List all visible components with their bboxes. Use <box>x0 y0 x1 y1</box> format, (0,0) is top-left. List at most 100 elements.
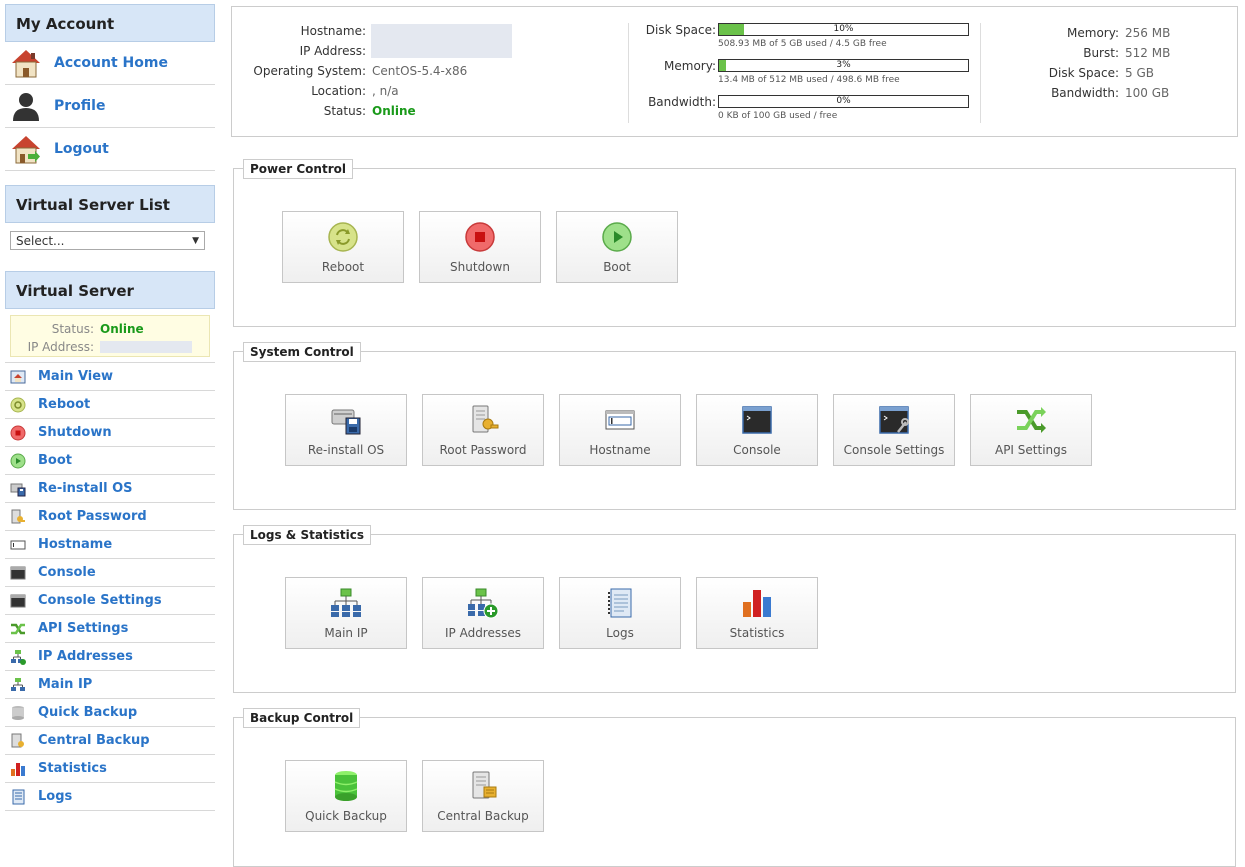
usage-bandwidth-label: Bandwidth: <box>648 95 716 109</box>
nav-root-password[interactable]: Root Password <box>5 503 215 531</box>
nav-shutdown[interactable]: Shutdown <box>5 419 215 447</box>
reinstall-icon <box>286 405 406 435</box>
nav-quick-backup[interactable]: Quick Backup <box>5 699 215 727</box>
server-select-value: Select... <box>16 233 65 248</box>
tile-boot[interactable]: Boot <box>556 211 678 283</box>
usage-bandwidth-bar: 0% <box>718 95 969 108</box>
server-status-box: Status: Online IP Address: <box>10 315 210 357</box>
logout-label: Logout <box>54 141 109 157</box>
nav-reboot-label: Reboot <box>38 397 91 412</box>
tile-console-settings[interactable]: Console Settings <box>833 394 955 466</box>
nav-main-ip[interactable]: Main IP <box>5 671 215 699</box>
chevron-down-icon: ▼ <box>192 235 199 246</box>
os-label: Operating System: <box>253 64 366 78</box>
nav-reboot[interactable]: Reboot <box>5 391 215 419</box>
server-select-wrap: Select... ▼ <box>5 223 215 263</box>
nav-statistics[interactable]: Statistics <box>5 755 215 783</box>
logout-link[interactable]: Logout <box>5 128 215 171</box>
location-label: Location: <box>311 84 366 98</box>
logs-statistics-title: Logs & Statistics <box>243 525 372 545</box>
nav-api-settings-label: API Settings <box>38 621 129 636</box>
nav-console[interactable]: Console <box>5 559 215 587</box>
nav-central-backup-label: Central Backup <box>38 733 150 748</box>
logs-icon <box>10 789 26 805</box>
ip-address-label: IP Address: <box>299 44 366 58</box>
logs-statistics-section: Logs & Statistics Main IP IP Addresses L… <box>233 525 1236 693</box>
hostname-icon <box>560 405 680 435</box>
usage-disk-detail: 508.93 MB of 5 GB used / 4.5 GB free <box>718 39 887 49</box>
tile-console-label: Console <box>733 443 781 457</box>
tile-api-settings[interactable]: API Settings <box>970 394 1092 466</box>
my-account-header: My Account <box>5 4 215 42</box>
status-value: Online <box>100 322 144 336</box>
account-home-label: Account Home <box>54 55 168 71</box>
tile-reboot[interactable]: Reboot <box>282 211 404 283</box>
system-control-section: System Control Re-install OS Root Passwo… <box>233 342 1236 510</box>
nav-boot[interactable]: Boot <box>5 447 215 475</box>
main-ip-icon <box>286 588 406 618</box>
status-value-main: Online <box>372 104 416 118</box>
key-icon <box>423 405 543 435</box>
nav-console-label: Console <box>38 565 96 580</box>
tile-hostname[interactable]: Hostname <box>559 394 681 466</box>
nav-ip-addresses-label: IP Addresses <box>38 649 133 664</box>
reinstall-icon <box>10 481 26 497</box>
key-icon <box>10 509 26 525</box>
nav-reinstall-os[interactable]: Re-install OS <box>5 475 215 503</box>
usage-disk-bar: 10% <box>718 23 969 36</box>
nav-main-ip-label: Main IP <box>38 677 93 692</box>
ip-addresses-icon <box>423 588 543 619</box>
tile-shutdown[interactable]: Shutdown <box>419 211 541 283</box>
nav-logs-label: Logs <box>38 789 73 804</box>
shutdown-icon <box>420 222 540 252</box>
house-icon <box>9 46 43 80</box>
tile-logs[interactable]: Logs <box>559 577 681 649</box>
central-backup-icon <box>423 771 543 801</box>
nav-console-settings[interactable]: Console Settings <box>5 587 215 615</box>
tile-ip-addresses[interactable]: IP Addresses <box>422 577 544 649</box>
usage-memory-row: Memory: 3% 13.4 MB of 512 MB used / 498.… <box>632 57 977 93</box>
tile-console-settings-label: Console Settings <box>843 443 945 457</box>
tile-statistics[interactable]: Statistics <box>696 577 818 649</box>
status-label-main: Status: <box>323 104 366 118</box>
backup-control-title: Backup Control <box>243 708 361 728</box>
tile-root-password[interactable]: Root Password <box>422 394 544 466</box>
nav-api-settings[interactable]: API Settings <box>5 615 215 643</box>
server-select[interactable]: Select... ▼ <box>10 231 205 250</box>
nav-ip-addresses[interactable]: IP Addresses <box>5 643 215 671</box>
limit-bandwidth-label: Bandwidth: <box>1051 86 1119 100</box>
tile-central-backup[interactable]: Central Backup <box>422 760 544 832</box>
virtual-server-header: Virtual Server <box>5 271 215 309</box>
tile-reboot-label: Reboot <box>321 260 365 274</box>
sidebar: My Account Account Home Profile Logout V… <box>5 4 215 811</box>
profile-link[interactable]: Profile <box>5 85 215 128</box>
nav-main-view[interactable]: Main View <box>5 363 215 391</box>
shutdown-icon <box>10 425 26 441</box>
main-ip-icon <box>10 677 26 693</box>
api-icon <box>10 621 26 637</box>
usage-bandwidth-detail: 0 KB of 100 GB used / free <box>718 111 838 121</box>
nav-shutdown-label: Shutdown <box>38 425 112 440</box>
limit-bandwidth-value: 100 GB <box>1125 86 1170 100</box>
usage-bandwidth-row: Bandwidth: 0% 0 KB of 100 GB used / free <box>632 93 977 129</box>
nav-logs[interactable]: Logs <box>5 783 215 811</box>
server-info-panel: Hostname: IP Address: Operating System: C… <box>231 6 1238 137</box>
nav-hostname[interactable]: Hostname <box>5 531 215 559</box>
nav-central-backup[interactable]: Central Backup <box>5 727 215 755</box>
tile-reinstall-os[interactable]: Re-install OS <box>285 394 407 466</box>
console-settings-icon <box>834 405 954 435</box>
tile-main-ip[interactable]: Main IP <box>285 577 407 649</box>
tile-root-password-label: Root Password <box>439 443 527 457</box>
usage-disk-row: Disk Space: 10% 508.93 MB of 5 GB used /… <box>632 21 977 57</box>
limit-memory-value: 256 MB <box>1125 26 1171 40</box>
tile-quick-backup[interactable]: Quick Backup <box>285 760 407 832</box>
reboot-icon <box>10 397 26 413</box>
nav-console-settings-label: Console Settings <box>38 593 162 608</box>
server-details: Hostname: IP Address: Operating System: C… <box>232 21 622 121</box>
tile-console[interactable]: Console <box>696 394 818 466</box>
person-icon <box>9 89 43 123</box>
tile-central-backup-label: Central Backup <box>437 809 529 823</box>
boot-icon <box>557 222 677 252</box>
virtual-server-list-header: Virtual Server List <box>5 185 215 223</box>
account-home-link[interactable]: Account Home <box>5 42 215 85</box>
